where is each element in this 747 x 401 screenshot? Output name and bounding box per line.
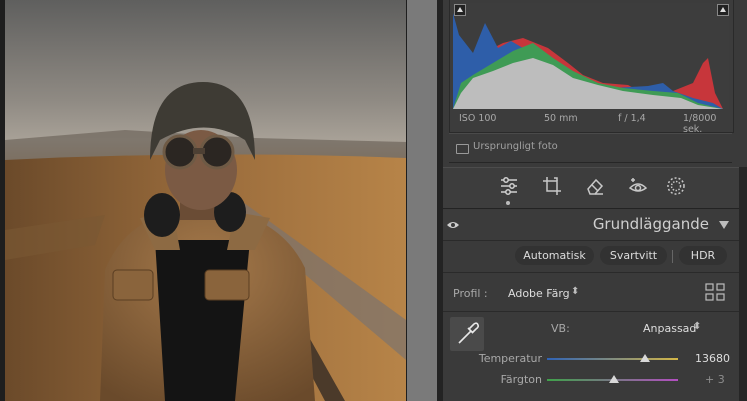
crop-icon[interactable] (541, 175, 563, 197)
histogram-graph (453, 3, 729, 109)
eyedropper-icon[interactable] (450, 317, 484, 351)
hdr-button[interactable]: HDR (679, 246, 727, 265)
exif-focal-length: 50 mm (544, 113, 578, 124)
exif-shutter: 1/8000 sek. (683, 113, 717, 135)
basic-panel-header[interactable]: Grundläggande (443, 210, 739, 241)
treatment-buttons: Automatisk Svartvitt HDR (443, 242, 739, 273)
white-balance-select[interactable]: Anpassad (643, 322, 696, 335)
tint-slider-row: Färgton + 3 (443, 371, 739, 389)
auto-button[interactable]: Automatisk (515, 246, 594, 265)
eraser-icon[interactable] (584, 175, 606, 197)
black-white-button[interactable]: Svartvitt (600, 246, 667, 265)
temperature-slider[interactable] (547, 354, 678, 362)
profile-browser-grid-icon[interactable] (705, 283, 725, 301)
panel-scrollbar[interactable] (739, 167, 747, 401)
white-balance-label: VB: (551, 322, 570, 335)
masking-icon[interactable] (665, 175, 687, 197)
tool-strip (443, 167, 739, 209)
tint-slider-thumb[interactable] (608, 375, 619, 383)
original-photo-checkbox[interactable] (456, 144, 469, 154)
tint-value[interactable]: + 3 (705, 373, 725, 386)
profile-row: Profil : Adobe Färg ⬍ (443, 275, 739, 312)
highlight-clipping-toggle[interactable] (717, 4, 729, 16)
exif-iso: ISO 100 (459, 113, 497, 124)
photo-background-strip (407, 0, 437, 401)
profile-select[interactable]: Adobe Färg (508, 287, 570, 300)
photo-canvas[interactable] (0, 0, 407, 401)
shadow-clipping-toggle[interactable] (454, 4, 466, 16)
divider (672, 250, 673, 263)
temperature-slider-row: Temperatur 13680 (443, 350, 739, 368)
eye-icon[interactable] (446, 219, 460, 231)
temperature-label: Temperatur (478, 352, 542, 365)
original-photo-label: Ursprungligt foto (473, 141, 558, 152)
white-balance-updown-icon[interactable]: ⬍ (693, 321, 701, 332)
redeye-icon[interactable] (627, 175, 649, 197)
basic-panel-title: Grundläggande (592, 215, 709, 233)
white-balance-row: VB: Anpassad ⬍ (443, 313, 739, 353)
edit-sliders-icon[interactable] (498, 175, 520, 197)
tint-slider[interactable] (547, 375, 678, 383)
exif-info: ISO 100 50 mm f / 1,4 1/8000 sek. (450, 113, 733, 135)
tint-label: Färgton (500, 373, 542, 386)
original-photo-toggle[interactable]: Ursprungligt foto (449, 133, 732, 163)
collapse-triangle-icon[interactable] (719, 221, 729, 229)
temperature-slider-thumb[interactable] (640, 354, 651, 362)
active-tool-indicator (506, 201, 510, 205)
histogram[interactable]: ISO 100 50 mm f / 1,4 1/8000 sek. (449, 0, 734, 135)
exif-aperture: f / 1,4 (618, 113, 646, 124)
temperature-value[interactable]: 13680 (695, 352, 730, 365)
develop-panel: ISO 100 50 mm f / 1,4 1/8000 sek. Urspru… (443, 0, 747, 401)
profile-updown-icon[interactable]: ⬍ (571, 286, 579, 297)
photo-image (5, 0, 406, 401)
profile-label: Profil : (453, 287, 488, 300)
